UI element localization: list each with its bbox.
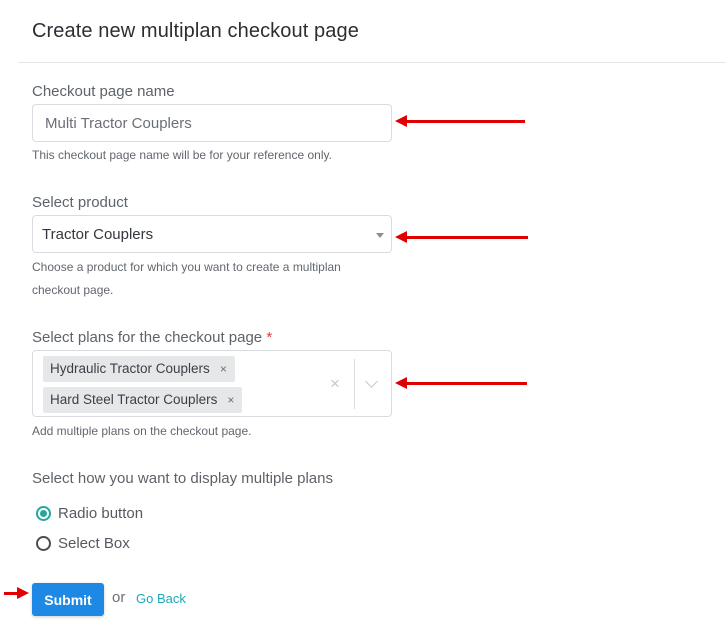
indicator-separator [354,359,355,409]
submit-button[interactable]: Submit [32,583,104,616]
display-mode-label: Select how you want to display multiple … [32,470,333,487]
remove-tag-icon[interactable]: × [220,356,227,382]
plan-tag: Hydraulic Tractor Couplers × [43,356,235,382]
required-mark: * [266,329,273,346]
radio-option-select-box[interactable]: Select Box [36,535,130,552]
product-label: Select product [32,194,128,211]
radio-option-label: Select Box [58,535,130,552]
plan-tag-label: Hydraulic Tractor Couplers [50,361,210,376]
product-help-line2: checkout page. [32,283,114,297]
plan-tag-label: Hard Steel Tractor Couplers [50,392,218,407]
checkout-name-help: This checkout page name will be for your… [32,148,332,162]
remove-tag-icon[interactable]: × [227,387,234,413]
product-help-line1: Choose a product for which you want to c… [32,260,341,274]
plans-label-text: Select plans for the checkout page [32,329,263,346]
radio-option-radio-button[interactable]: Radio button [36,505,143,522]
clear-all-icon[interactable]: × [330,374,340,394]
plan-tag: Hard Steel Tractor Couplers × [43,387,243,413]
radio-checked-icon[interactable] [36,506,51,521]
go-back-link[interactable]: Go Back [136,591,186,606]
plans-help: Add multiple plans on the checkout page. [32,424,252,438]
header-divider [18,62,726,63]
or-text: or [112,589,126,606]
product-select-value: Tractor Couplers [42,226,154,243]
checkout-name-label: Checkout page name [32,83,175,100]
product-select[interactable]: Tractor Couplers [32,215,392,253]
caret-down-icon [376,233,384,238]
chevron-down-icon[interactable] [365,375,378,388]
plans-multiselect[interactable]: Hydraulic Tractor Couplers × Hard Steel … [32,350,392,417]
annotation-arrow [395,231,528,243]
annotation-arrow [4,587,29,599]
radio-unchecked-icon[interactable] [36,536,51,551]
annotation-arrow [395,115,525,127]
radio-option-label: Radio button [58,505,144,522]
checkout-name-input[interactable] [32,104,392,142]
annotation-arrow [395,377,527,389]
page-title: Create new multiplan checkout page [32,20,359,42]
plans-label: Select plans for the checkout page * [32,329,272,346]
